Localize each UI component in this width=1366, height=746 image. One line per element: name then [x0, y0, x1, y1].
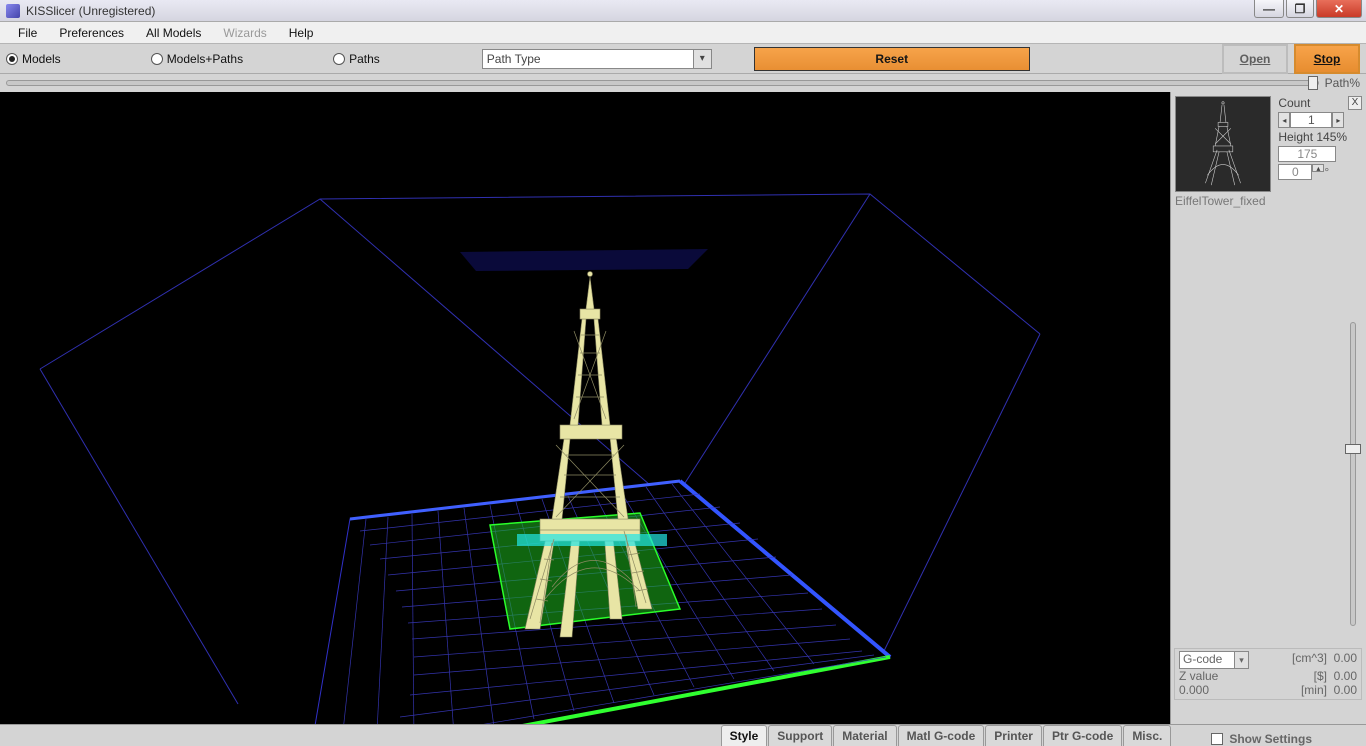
layer-slider-thumb[interactable]: [1345, 444, 1361, 454]
tab-style[interactable]: Style: [721, 725, 768, 746]
stop-button[interactable]: Stop: [1294, 44, 1360, 74]
min-label: [min]: [1301, 683, 1327, 697]
cm3-label: [cm^3]: [1292, 651, 1327, 665]
window-title: KISSlicer (Unregistered): [26, 4, 155, 18]
angle-up[interactable]: ▴: [1312, 164, 1324, 172]
minimize-button[interactable]: —: [1254, 0, 1284, 18]
content-area: X Count ◂1▸ Height 145% 175 0▴° EiffelTo…: [0, 92, 1366, 726]
show-settings-checkbox[interactable]: Show Settings: [1211, 732, 1312, 746]
model-name-label: EiffelTower_fixed: [1175, 194, 1362, 208]
z-value: 0.000: [1179, 683, 1209, 697]
3d-scene: [0, 92, 1170, 726]
path-type-select[interactable]: Path Type ▾: [482, 49, 712, 69]
height-label: Height 145%: [1278, 130, 1347, 144]
path-slider-thumb[interactable]: [1308, 76, 1318, 90]
app-icon: [6, 4, 20, 18]
tab-support[interactable]: Support: [768, 725, 832, 746]
count-label: Count: [1278, 96, 1310, 110]
path-slider[interactable]: [6, 80, 1319, 86]
side-panel: X Count ◂1▸ Height 145% 175 0▴° EiffelTo…: [1170, 92, 1366, 726]
path-type-label: Path Type: [487, 52, 541, 66]
radio-models-paths-label: Models+Paths: [167, 52, 243, 66]
show-settings-label: Show Settings: [1229, 732, 1312, 746]
checkbox-icon: [1211, 733, 1223, 745]
window-controls: — ❐ ✕: [1252, 0, 1362, 18]
stop-label: Stop: [1314, 52, 1341, 66]
bottom-bar: Style Support Material Matl G-code Print…: [0, 724, 1366, 746]
min-value: 0.00: [1334, 683, 1357, 697]
dollar-value: 0.00: [1334, 669, 1357, 683]
menu-all-models[interactable]: All Models: [136, 24, 211, 42]
z-label: Z value: [1179, 669, 1218, 683]
titlebar: KISSlicer (Unregistered) — ❐ ✕: [0, 0, 1366, 22]
radio-paths[interactable]: Paths: [333, 52, 380, 66]
menu-wizards: Wizards: [213, 24, 276, 42]
dollar-label: [$]: [1314, 669, 1327, 683]
radio-models[interactable]: Models: [6, 52, 61, 66]
stats-select[interactable]: G-code ▾: [1179, 651, 1249, 669]
stats-select-label: G-code: [1180, 652, 1222, 666]
view-mode-radios: Models Models+Paths Paths: [6, 52, 380, 66]
close-button[interactable]: ✕: [1316, 0, 1362, 18]
model-thumbnail[interactable]: [1175, 96, 1271, 192]
maximize-button[interactable]: ❐: [1286, 0, 1314, 18]
toolbar: Models Models+Paths Paths Path Type ▾ Re…: [0, 44, 1366, 74]
count-decrease[interactable]: ◂: [1278, 112, 1290, 128]
3d-viewport[interactable]: [0, 92, 1170, 726]
radio-models-paths[interactable]: Models+Paths: [151, 52, 243, 66]
count-increase[interactable]: ▸: [1332, 112, 1344, 128]
menu-help[interactable]: Help: [279, 24, 324, 42]
tab-printer[interactable]: Printer: [985, 725, 1042, 746]
chevron-down-icon: ▾: [1234, 652, 1248, 668]
radio-paths-label: Paths: [349, 52, 380, 66]
tab-ptr-gcode[interactable]: Ptr G-code: [1043, 725, 1122, 746]
path-slider-label: Path%: [1325, 76, 1360, 90]
cm3-value: 0.00: [1334, 651, 1357, 665]
tab-matl-gcode[interactable]: Matl G-code: [898, 725, 985, 746]
height-input[interactable]: 175: [1278, 146, 1336, 162]
angle-input[interactable]: 0: [1278, 164, 1312, 180]
reset-button[interactable]: Reset: [754, 47, 1030, 71]
stats-panel: G-code ▾ [cm^3] 0.00 Z value [$] 0.00 0.0…: [1174, 648, 1362, 700]
close-model-button[interactable]: X: [1348, 96, 1362, 110]
model-props: X Count ◂1▸ Height 145% 175 0▴°: [1278, 96, 1347, 182]
open-label: Open: [1240, 52, 1271, 66]
chevron-down-icon: ▾: [693, 50, 711, 68]
angle-unit: °: [1324, 165, 1329, 179]
menu-bar: File Preferences All Models Wizards Help: [0, 22, 1366, 44]
tab-misc[interactable]: Misc.: [1123, 725, 1171, 746]
menu-file[interactable]: File: [8, 24, 47, 42]
tab-material[interactable]: Material: [833, 725, 896, 746]
layer-slider[interactable]: [1346, 322, 1360, 626]
count-input[interactable]: 1: [1290, 112, 1332, 128]
open-button[interactable]: Open: [1222, 44, 1288, 74]
radio-models-label: Models: [22, 52, 61, 66]
menu-preferences[interactable]: Preferences: [49, 24, 134, 42]
path-slider-row: Path%: [0, 74, 1366, 92]
